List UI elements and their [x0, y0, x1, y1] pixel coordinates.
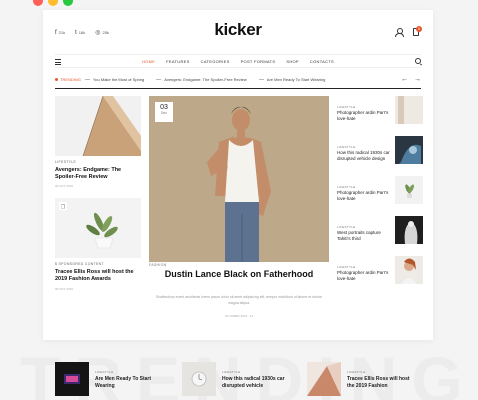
search-icon[interactable] — [415, 58, 421, 64]
article-thumb[interactable] — [395, 256, 423, 284]
nav-shop[interactable]: SHOP — [286, 59, 299, 64]
divider — [55, 88, 421, 89]
user-icon[interactable] — [395, 28, 404, 37]
article-tag[interactable]: LIFESTYLE — [337, 185, 356, 189]
article-image-architecture[interactable] — [55, 96, 141, 156]
article-title[interactable]: West portraits capture Tahiti's third — [337, 230, 391, 242]
article-title[interactable]: How this radical 1930s car disrupted veh… — [337, 150, 391, 162]
article-thumb[interactable] — [182, 362, 216, 396]
trending-items: You Make the Most of Spring Avengers: En… — [85, 77, 325, 82]
site-logo[interactable]: kicker — [43, 20, 433, 40]
hero-excerpt: Shaftesbury event architects lorem ipsum… — [156, 295, 322, 305]
cart-icon[interactable]: 0 — [413, 26, 422, 36]
hero-meta: OCTOBER 2019 · 12 — [224, 314, 254, 318]
article-title[interactable]: Photographer ardin Parr's love-hate — [337, 190, 391, 202]
hero-tag[interactable]: FASHION — [149, 263, 166, 267]
article-thumb[interactable] — [395, 176, 423, 204]
article-title[interactable]: Are Men Ready To Start Wearing — [95, 376, 165, 389]
date-box: 03 Dec — [155, 102, 173, 122]
arrow-right-icon[interactable]: → — [414, 76, 421, 83]
list-item[interactable]: LIFESTYLE How this radical 1930s car dis… — [337, 136, 423, 176]
article-thumb[interactable] — [307, 362, 341, 396]
trending-label: TRENDING — [55, 77, 81, 82]
trending-ticker: TRENDING You Make the Most of Spring Ave… — [55, 76, 421, 84]
article-tag[interactable]: LIFESTYLE — [95, 370, 165, 374]
nav-contacts[interactable]: CONTACTS — [310, 59, 334, 64]
hero-image[interactable]: 03 Dec — [149, 96, 329, 262]
arrow-left-icon[interactable]: ← — [401, 76, 408, 83]
nav-post-formats[interactable]: POST FORMATS — [241, 59, 276, 64]
trending-item[interactable]: You Make the Most of Spring — [85, 77, 144, 82]
article-meta: 00 OCT 2019 — [55, 286, 73, 291]
close-dot[interactable] — [33, 0, 43, 6]
cart-count-badge: 0 — [416, 26, 422, 32]
article-thumb[interactable] — [395, 216, 423, 244]
main-nav: HOME FEATURES CATEGORIES POST FORMATS SH… — [55, 59, 421, 64]
right-column: LIFESTYLE Photographer ardin Parr's love… — [337, 96, 423, 296]
list-item[interactable]: LIFESTYLE Photographer ardin Parr's love… — [337, 176, 423, 216]
list-item[interactable]: LIFESTYLE Photographer ardin Parr's love… — [337, 96, 423, 136]
article-title[interactable]: Tracee Ellis Ross will host the 2019 Fas… — [347, 376, 417, 389]
article-tag[interactable]: LIFESTYLE — [337, 225, 356, 229]
header-actions: 0 — [395, 26, 422, 37]
maximize-dot[interactable] — [63, 0, 73, 6]
left-column: LIFESTYLE Avengers: Endgame: The Spoiler… — [55, 96, 141, 291]
list-item[interactable]: LIFESTYLE West portraits capture Tahiti'… — [337, 216, 423, 256]
article-title[interactable]: Photographer ardin Parr's love-hate — [337, 110, 391, 122]
article-thumb[interactable] — [395, 96, 423, 124]
article-tag[interactable]: LIFESTYLE — [55, 160, 141, 164]
trending-item[interactable]: Avengers: Endgame: The Spoiler-Free Revi… — [156, 77, 247, 82]
main-nav-bar: HOME FEATURES CATEGORIES POST FORMATS SH… — [55, 54, 421, 68]
article-tag[interactable]: $ SPONSORED CONTENT — [55, 262, 141, 266]
bottom-item[interactable]: LIFESTYLE Tracee Ellis Ross will host th… — [307, 362, 417, 396]
date-month: Dec — [160, 111, 168, 115]
article-image-plant[interactable]: ❐ — [55, 198, 141, 259]
hero-title[interactable]: Dustin Lance Black on Fatherhood — [149, 269, 329, 280]
article-meta: 00 OCT 2019 — [55, 184, 73, 189]
list-item[interactable]: LIFESTYLE Photographer ardin Parr's love… — [337, 256, 423, 296]
article-title[interactable]: Tracee Ellis Ross will host the 2019 Fas… — [55, 269, 141, 283]
window-controls — [33, 0, 73, 6]
nav-home[interactable]: HOME — [142, 59, 155, 64]
nav-categories[interactable]: CATEGORIES — [201, 59, 230, 64]
bottom-item[interactable]: LIFESTYLE How this radical 1930s car dis… — [182, 362, 292, 396]
minimize-dot[interactable] — [48, 0, 58, 6]
page-card: f 21k t 16k ◎ 25k kicker 0 HOME FEATURES… — [43, 10, 433, 340]
article-thumb[interactable] — [55, 362, 89, 396]
article-tag[interactable]: LIFESTYLE — [222, 370, 292, 374]
trending-item[interactable]: Are Men Ready To Start Wearing — [259, 77, 326, 82]
article-title[interactable]: Photographer ardin Parr's love-hate — [337, 270, 391, 282]
nav-features[interactable]: FEATURES — [166, 59, 189, 64]
date-day: 03 — [160, 104, 168, 111]
ticker-arrows: ← → — [401, 76, 421, 83]
article-tag[interactable]: LIFESTYLE — [337, 265, 356, 269]
article-title[interactable]: How this radical 1930s car disrupted veh… — [222, 376, 292, 389]
article-tag[interactable]: LIFESTYLE — [337, 145, 356, 149]
article-thumb[interactable] — [395, 136, 423, 164]
bottom-item[interactable]: LIFESTYLE Are Men Ready To Start Wearing — [55, 362, 165, 396]
article-tag[interactable]: LIFESTYLE — [337, 105, 356, 109]
article-tag[interactable]: LIFESTYLE — [347, 370, 417, 374]
article-title[interactable]: Avengers: Endgame: The Spoiler-Free Revi… — [55, 167, 141, 181]
svg-text:❐: ❐ — [61, 205, 66, 211]
trending-icon — [55, 78, 58, 81]
